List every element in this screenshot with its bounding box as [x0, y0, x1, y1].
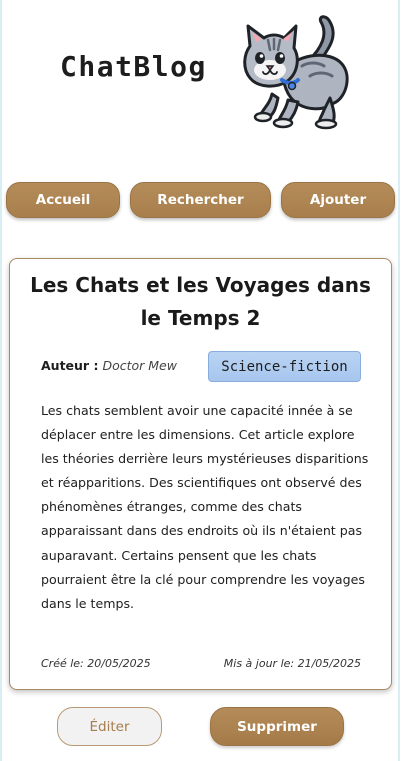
author-row: Auteur : Doctor Mew	[41, 358, 177, 373]
article-body: Les chats semblent avoir une capacité in…	[41, 403, 369, 611]
article-card: Les Chats et les Voyages dans le Temps 2…	[9, 258, 392, 690]
article-title: Les Chats et les Voyages dans le Temps 2	[30, 273, 371, 330]
nav-accueil-button[interactable]: Accueil	[6, 182, 120, 218]
site-logo[interactable]: ChatBlog	[60, 50, 207, 83]
nav-rechercher-button[interactable]: Rechercher	[130, 182, 271, 218]
nav-ajouter-button[interactable]: Ajouter	[281, 182, 395, 218]
author-name: Doctor Mew	[102, 358, 177, 373]
genre-badge[interactable]: Science-fiction	[208, 351, 361, 382]
delete-button[interactable]: Supprimer	[210, 707, 344, 746]
updated-date: Mis à jour le: 21/05/2025	[223, 657, 361, 670]
created-date: Créé le: 20/05/2025	[41, 657, 151, 670]
author-label: Auteur :	[41, 358, 99, 373]
edit-button[interactable]: Éditer	[57, 707, 162, 746]
cat-mascot-icon	[243, 15, 349, 130]
